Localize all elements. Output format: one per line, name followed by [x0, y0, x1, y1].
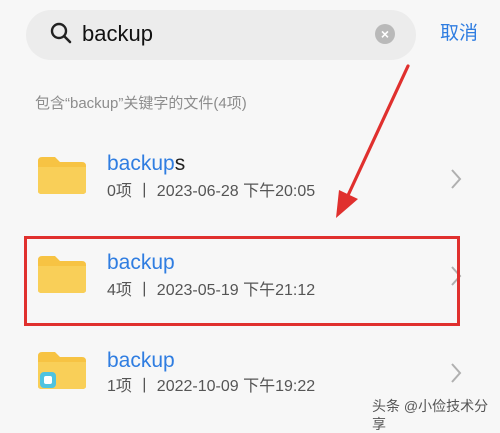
annotation-arrow-icon	[336, 64, 410, 218]
watermark: 头条 @小俭技术分享	[372, 398, 489, 432]
